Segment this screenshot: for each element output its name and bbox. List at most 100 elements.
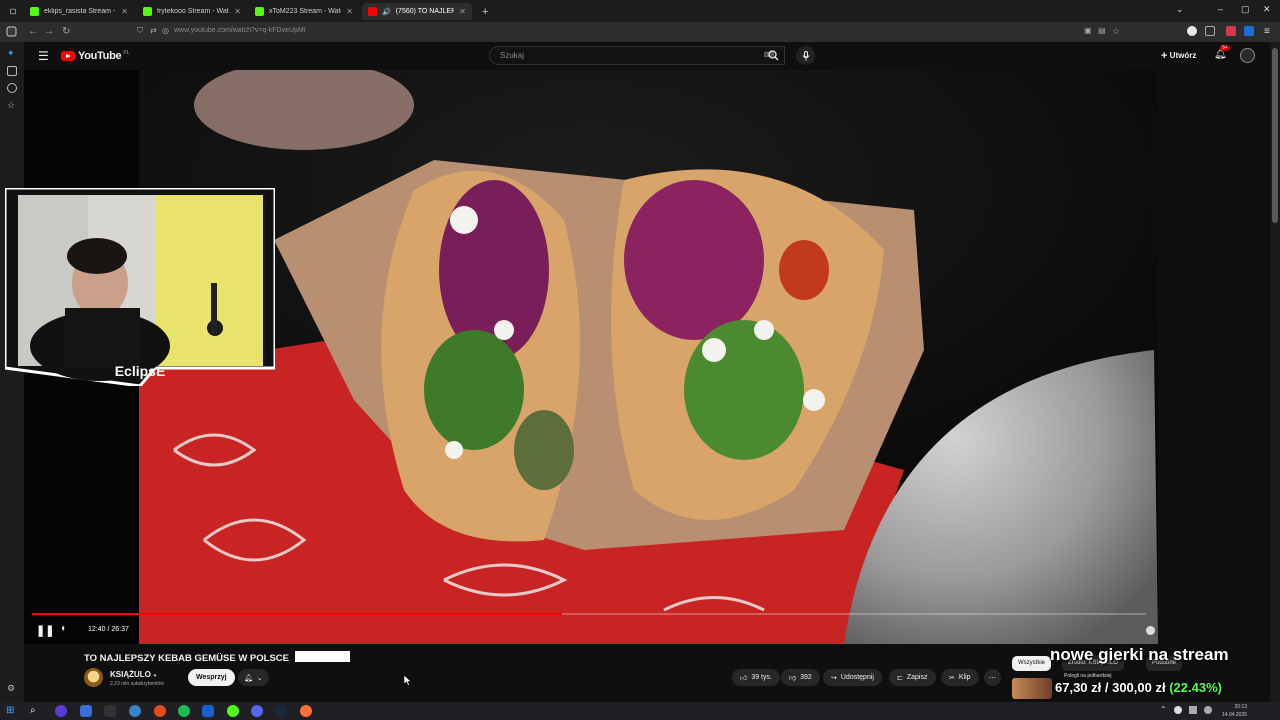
steam-icon[interactable]	[275, 705, 287, 717]
channel-avatar[interactable]	[84, 668, 103, 687]
ai-sparkle-icon[interactable]: ✦	[7, 48, 17, 58]
taskbar-app-icon[interactable]	[80, 705, 92, 717]
save-button[interactable]: ⊏ Zapisz	[889, 669, 936, 686]
search-input[interactable]: Szukaj ⌨	[489, 46, 785, 65]
create-label: Utwórz	[1169, 51, 1197, 60]
tab-title: xToM223 Stream - Watch	[269, 8, 342, 15]
microphone-icon	[802, 50, 809, 60]
youtube-play-logo-icon	[61, 51, 75, 61]
forward-arrow-icon[interactable]: →	[44, 26, 54, 37]
discord-icon[interactable]	[251, 705, 263, 717]
reload-icon[interactable]: ↻	[62, 26, 70, 37]
create-button[interactable]: + Utwórz	[1161, 50, 1196, 62]
tracking-icon[interactable]: ◎	[162, 26, 169, 35]
translate-extension-icon[interactable]	[1244, 26, 1254, 36]
share-button[interactable]: ↪ Udostępnij	[823, 669, 882, 686]
volume-icon[interactable]: ◖	[60, 623, 66, 634]
network-icon[interactable]	[1189, 706, 1197, 714]
progress-bar[interactable]	[32, 613, 1146, 615]
sound-icon[interactable]	[1204, 706, 1212, 714]
subscribe-bell-button[interactable]: 🔔︎ ⌄	[238, 669, 269, 686]
screenshot-icon[interactable]: ▣	[1084, 26, 1092, 35]
youtube-logo[interactable]: YouTube PL	[61, 50, 129, 62]
clock-time: 20:13	[1234, 704, 1248, 710]
tray-chevron-icon[interactable]: ⌃	[1160, 705, 1167, 714]
close-tab-icon[interactable]: ✕	[459, 7, 466, 16]
scrollbar-thumb[interactable]	[1272, 48, 1278, 223]
chip-all[interactable]: Wszystkie	[1012, 656, 1051, 671]
taskbar-app-icon[interactable]	[104, 705, 116, 717]
tab-actions-icon[interactable]	[4, 3, 22, 20]
synced-tabs-icon[interactable]	[7, 66, 17, 76]
close-window-button[interactable]: ✕	[1263, 4, 1271, 15]
close-tab-icon[interactable]: ✕	[346, 7, 353, 16]
bookmarks-star-icon[interactable]: ☆	[7, 100, 17, 110]
taskbar-search-icon[interactable]: ⌕	[30, 705, 42, 717]
app-menu-icon[interactable]: ≡	[1264, 26, 1270, 37]
channel-name[interactable]: KSIĄŻULO ●	[110, 670, 157, 679]
os-taskbar: ⊞ ⌕ ⌃ 20:13 14.04.2026	[0, 702, 1280, 720]
page-scrollbar[interactable]	[1270, 42, 1280, 702]
taskbar-app-icon[interactable]	[129, 705, 141, 717]
spotify-icon[interactable]	[178, 705, 190, 717]
taskbar-app-icon[interactable]	[55, 705, 67, 717]
channel-name-text: KSIĄŻULO	[110, 670, 151, 679]
logo-wordmark: YouTube	[78, 50, 122, 62]
like-button[interactable]: 👍︎ 39 tys.	[732, 669, 780, 686]
account-avatar[interactable]	[1240, 48, 1255, 63]
maximize-button[interactable]: ▢	[1241, 4, 1250, 15]
search-button[interactable]	[761, 46, 785, 65]
browser-tab-2[interactable]: frytekooo Stream - Watch ✕	[137, 3, 247, 20]
autoplay-toggle-icon[interactable]	[1146, 626, 1155, 635]
url-field[interactable]: www.youtube.com/watch?v=q-kFDveUpMI	[174, 27, 306, 34]
dislike-button[interactable]: 👎︎ 392	[781, 669, 820, 686]
browser-tab-4-active[interactable]: 🔊 (7560) TO NAJLEPSZY KEBA ✕	[362, 3, 472, 20]
youtube-favicon-icon	[368, 7, 377, 16]
video-title: TO NAJLEPSZY KEBAB GEMÜSE W POLSCE	[84, 651, 350, 664]
pause-icon[interactable]: ❚❚	[36, 624, 54, 637]
more-actions-button[interactable]: ⋯	[984, 669, 1001, 686]
player-controls: ❚❚ ◖ 12:40 / 26:37 ⊡ ⚙ ▭ ⤢	[24, 618, 1158, 644]
streamer-name: EclipsE	[114, 363, 166, 379]
clip-button[interactable]: ✂ Klip	[941, 669, 979, 686]
browser-tab-strip: eklips_rasista Stream - Kick Da ✕ frytek…	[0, 0, 1280, 22]
taskbar-app-icon[interactable]	[154, 705, 166, 717]
back-arrow-icon[interactable]: ←	[28, 26, 38, 37]
clock-date: 14.04.2026	[1222, 712, 1248, 718]
sidebar-toggle-icon[interactable]	[6, 26, 17, 40]
hamburger-menu-icon[interactable]: ☰	[38, 49, 49, 63]
extensions-puzzle-icon[interactable]	[1205, 26, 1215, 36]
history-clock-icon[interactable]	[7, 83, 17, 93]
security-shield-icon[interactable]: ⛉	[137, 26, 143, 36]
browser-tab-1[interactable]: eklips_rasista Stream - Kick Da ✕	[24, 3, 134, 20]
stream-overlay-headline: nowe gierki na stream	[1050, 645, 1229, 664]
goal-thumbnail	[1012, 678, 1052, 699]
voice-search-button[interactable]	[796, 46, 815, 65]
tray-icon[interactable]	[1174, 706, 1182, 714]
extension-icon[interactable]	[1187, 26, 1197, 36]
verified-badge-icon: ●	[153, 673, 157, 679]
tab-title: frytekooo Stream - Watch	[157, 8, 230, 15]
tab-list-chevron-icon[interactable]: ⌄	[1176, 4, 1184, 15]
taskbar-app-icon[interactable]	[202, 705, 214, 717]
bookmark-star-icon[interactable]: ☆	[1112, 26, 1120, 37]
reader-view-icon[interactable]: ▤	[1098, 26, 1106, 35]
support-button[interactable]: Wesprzyj	[188, 669, 235, 686]
close-tab-icon[interactable]: ✕	[121, 7, 128, 16]
minimize-button[interactable]: –	[1218, 4, 1223, 14]
taskbar-app-icon[interactable]	[227, 705, 239, 717]
browser-tab-3[interactable]: xToM223 Stream - Watch ✕	[249, 3, 359, 20]
pocket-icon[interactable]	[1226, 26, 1236, 36]
system-clock[interactable]: 20:13 14.04.2026	[1222, 703, 1247, 719]
site-settings-icon[interactable]: ⇄	[150, 26, 157, 35]
new-tab-button[interactable]: +	[476, 3, 490, 20]
windows-start-icon[interactable]: ⊞	[6, 705, 18, 717]
sidebar-settings-gear-icon[interactable]: ⚙	[7, 683, 17, 693]
bookmark-icon: ⊏	[897, 674, 903, 682]
goal-amount-text: 67,30 zł / 300,00 zł	[1055, 680, 1166, 695]
progress-fill	[32, 613, 563, 615]
logo-region: PL	[123, 50, 130, 56]
speaker-icon[interactable]: 🔊	[382, 8, 391, 16]
close-tab-icon[interactable]: ✕	[234, 7, 241, 16]
firefox-icon[interactable]	[300, 705, 312, 717]
